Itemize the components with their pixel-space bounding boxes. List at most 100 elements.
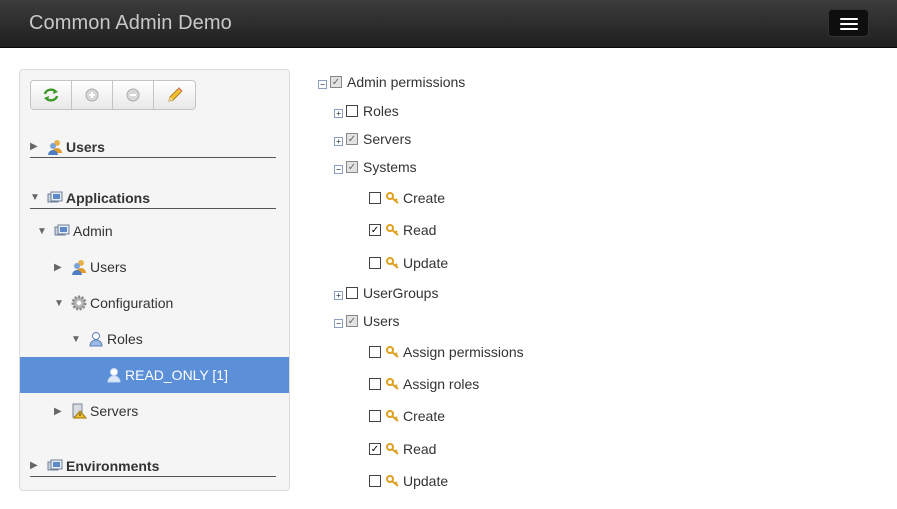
checkbox-partial[interactable]: ✓ <box>346 161 358 173</box>
perm-leaf-users-update: Update <box>369 471 448 491</box>
remove-circle-icon <box>126 88 140 102</box>
checkbox-partial[interactable]: ✓ <box>330 76 342 88</box>
tree-node-servers[interactable]: ▶ Servers <box>54 399 138 423</box>
tree-node-label: Configuration <box>90 295 174 311</box>
checkbox[interactable] <box>346 287 358 299</box>
refresh-button[interactable] <box>31 81 72 109</box>
collapsed-arrow-icon[interactable]: ▶ <box>54 262 70 273</box>
collapsed-arrow-icon[interactable]: ▶ <box>54 406 70 417</box>
expand-toggle-icon[interactable]: + <box>334 109 343 118</box>
navbar: Common Admin Demo <box>0 0 897 48</box>
checkbox[interactable] <box>346 105 358 117</box>
perm-node-label: Systems <box>363 159 417 175</box>
perm-leaf-systems-read: ✓ Read <box>369 220 436 240</box>
checkbox-checked[interactable]: ✓ <box>369 224 381 236</box>
users-section-header[interactable]: ▶ Users <box>30 136 276 158</box>
checkbox[interactable] <box>369 257 381 269</box>
applications-section-label: Applications <box>66 189 151 206</box>
perm-node-label: Read <box>403 222 437 238</box>
perm-leaf-users-create: Create <box>369 406 445 426</box>
edit-button[interactable] <box>154 81 195 109</box>
perm-node-label: Assign permissions <box>403 344 524 360</box>
perm-node-label: Admin permissions <box>347 74 466 90</box>
menu-toggle-button[interactable] <box>828 9 869 37</box>
key-icon <box>386 410 400 422</box>
tree-node-label: Servers <box>90 403 139 419</box>
perm-leaf-users-assign-permissions: Assign permissions <box>369 342 524 362</box>
key-icon <box>386 257 400 269</box>
perm-leaf-users-read: ✓ Read <box>369 439 436 459</box>
user-icon <box>105 367 122 383</box>
tree-node-read-only[interactable]: READ_ONLY [1] <box>105 363 228 387</box>
collapse-toggle-icon[interactable]: − <box>318 80 327 89</box>
checkbox[interactable] <box>369 410 381 422</box>
server-warning-icon <box>70 403 87 419</box>
tree-node-admin-users[interactable]: ▶ Users <box>54 255 127 279</box>
add-circle-icon <box>85 88 99 102</box>
perm-leaf-systems-create: Create <box>369 188 445 208</box>
tree-node-admin[interactable]: ▼ Admin <box>37 219 113 243</box>
checkbox[interactable] <box>369 192 381 204</box>
perm-node-label: Users <box>363 313 400 329</box>
perm-leaf-systems-update: Update <box>369 253 448 273</box>
application-icon <box>53 223 70 239</box>
checkbox-partial[interactable]: ✓ <box>346 133 358 145</box>
perm-node-label: Update <box>403 255 449 271</box>
key-icon <box>386 378 400 390</box>
perm-leaf-users-assign-roles: Assign roles <box>369 374 479 394</box>
checkbox-checked[interactable]: ✓ <box>369 443 381 455</box>
perm-node-label: Servers <box>363 131 412 147</box>
key-icon <box>386 475 400 487</box>
perm-node-servers: + ✓ Servers <box>334 129 411 149</box>
collapse-toggle-icon[interactable]: − <box>334 319 343 328</box>
tree-node-label: Users <box>90 259 127 275</box>
tree-node-label: Roles <box>107 331 143 347</box>
tree-node-label: Admin <box>73 223 113 239</box>
key-icon <box>386 346 400 358</box>
collapse-toggle-icon[interactable]: − <box>334 165 343 174</box>
navigation-panel: ▶ Users ▼ Applications ▼ Admin ▶ Users ▼… <box>19 69 290 491</box>
key-icon <box>386 443 400 455</box>
perm-node-users: − ✓ Users <box>334 311 400 331</box>
perm-node-label: Assign roles <box>403 376 480 392</box>
expanded-arrow-icon[interactable]: ▼ <box>71 334 87 345</box>
environments-section-header[interactable]: ▶ Environments <box>30 455 276 477</box>
expanded-arrow-icon[interactable]: ▼ <box>54 298 70 309</box>
tree-node-roles[interactable]: ▼ Roles <box>71 327 143 351</box>
key-icon <box>386 192 400 204</box>
add-button[interactable] <box>72 81 113 109</box>
expand-toggle-icon[interactable]: + <box>334 137 343 146</box>
users-icon <box>70 259 87 275</box>
users-section: ▶ Users <box>30 136 276 158</box>
collapsed-arrow-icon[interactable]: ▶ <box>30 460 46 471</box>
collapsed-arrow-icon[interactable]: ▶ <box>30 141 46 152</box>
application-icon <box>46 458 63 474</box>
app-title[interactable]: Common Admin Demo <box>29 12 232 35</box>
perm-node-label: UserGroups <box>363 285 439 301</box>
application-icon <box>46 190 63 206</box>
expand-toggle-icon[interactable]: + <box>334 291 343 300</box>
users-section-label: Users <box>66 138 105 155</box>
perm-node-systems: − ✓ Systems <box>334 157 417 177</box>
perm-node-label: Create <box>403 408 446 424</box>
perm-node-roles: + Roles <box>334 101 399 121</box>
perm-node-root: − ✓ Admin permissions <box>318 72 465 92</box>
user-icon <box>87 331 104 347</box>
checkbox[interactable] <box>369 346 381 358</box>
users-icon <box>46 139 63 155</box>
tree-node-configuration[interactable]: ▼ Configuration <box>54 291 173 315</box>
tree-node-label: READ_ONLY [1] <box>125 367 228 383</box>
applications-section: ▼ Applications <box>30 187 276 209</box>
checkbox[interactable] <box>369 378 381 390</box>
refresh-icon <box>43 88 59 102</box>
checkbox-partial[interactable]: ✓ <box>346 315 358 327</box>
applications-section-header[interactable]: ▼ Applications <box>30 187 276 209</box>
perm-node-usergroups: + UserGroups <box>334 283 438 303</box>
perm-node-label: Roles <box>363 103 399 119</box>
remove-button[interactable] <box>113 81 154 109</box>
expanded-arrow-icon[interactable]: ▼ <box>30 192 46 203</box>
expanded-arrow-icon[interactable]: ▼ <box>37 226 53 237</box>
gear-icon <box>70 295 87 311</box>
hamburger-icon <box>840 18 858 20</box>
checkbox[interactable] <box>369 475 381 487</box>
